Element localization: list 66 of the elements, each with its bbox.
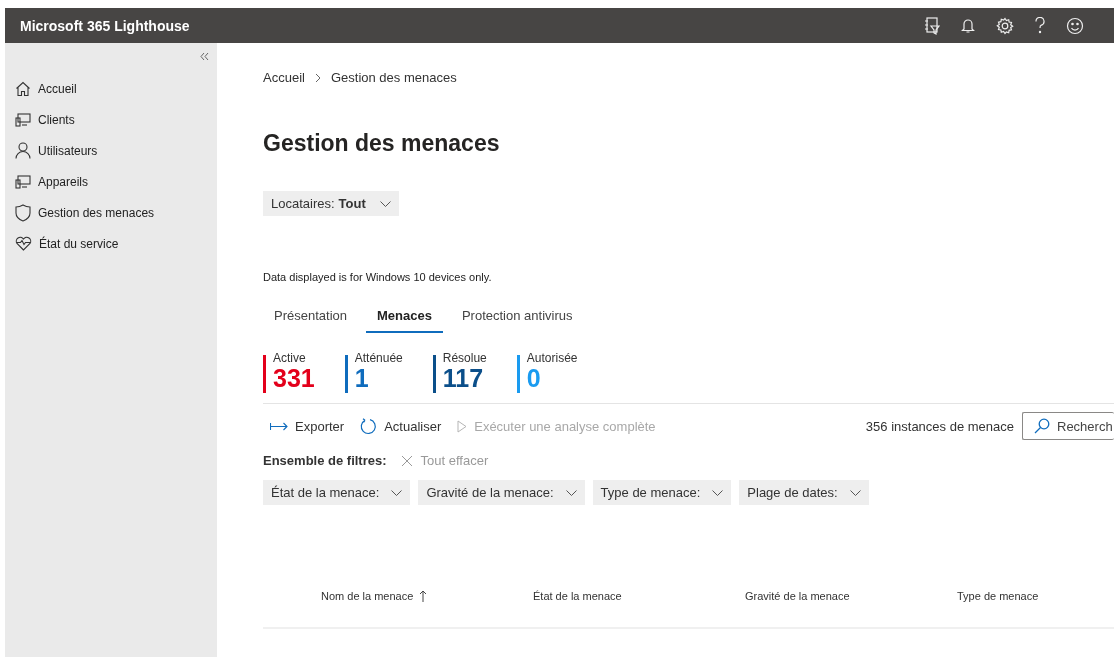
breadcrumb-link[interactable]: Accueil: [263, 70, 305, 85]
refresh-icon: [360, 417, 378, 435]
search-field[interactable]: Recherch: [1022, 412, 1114, 440]
nav-item[interactable]: Utilisateurs: [15, 135, 217, 166]
tab[interactable]: Présentation: [263, 299, 358, 333]
smiley-icon[interactable]: [1066, 16, 1084, 35]
nav-label: Accueil: [38, 81, 77, 96]
person-icon: [15, 142, 31, 159]
filter-dropdown[interactable]: Gravité de la menace:: [418, 480, 585, 505]
stat-value: 1: [354, 365, 370, 391]
nav-item[interactable]: Appareils: [15, 166, 217, 197]
breadcrumb-current: Gestion des menaces: [330, 70, 457, 85]
column-header[interactable]: Type de menace: [957, 590, 1114, 602]
stat-label: Autorisée: [526, 351, 578, 365]
tab[interactable]: Menaces: [366, 299, 443, 333]
close-icon: [400, 454, 413, 467]
stat-value: 0: [526, 365, 542, 391]
tab[interactable]: Protection antivirus: [450, 299, 584, 333]
nav-item[interactable]: État du service: [15, 228, 217, 259]
nav-label: État du service: [39, 236, 119, 251]
page-title: Gestion des menaces: [263, 129, 501, 158]
bell-icon[interactable]: [961, 17, 975, 34]
app-title: Microsoft 365 Lighthouse: [20, 17, 190, 34]
nav-item[interactable]: Accueil: [15, 73, 217, 104]
filter-dropdown[interactable]: État de la menace:: [263, 480, 411, 505]
stat-label: Active: [273, 351, 307, 365]
chevron-down-icon: [565, 489, 577, 496]
filter-dropdown[interactable]: Plage de dates:: [739, 480, 869, 505]
nav-label: Appareils: [38, 174, 89, 189]
tenant-dropdown[interactable]: Locataires: Tout: [263, 191, 399, 216]
heart-pulse-icon: [15, 236, 32, 251]
nav-label: Clients: [38, 112, 75, 127]
collapse-icon[interactable]: [200, 52, 209, 61]
sort-up-icon: [419, 590, 428, 602]
export-arrow-icon: [270, 421, 288, 431]
nav-item[interactable]: Clients: [15, 104, 217, 135]
home-icon: [15, 80, 31, 97]
notice-text: Data displayed is for Windows 10 devices only.: [263, 271, 493, 283]
filter-set-label: Ensemble de filtres:: [263, 453, 387, 468]
chevron-down-icon: [849, 489, 861, 496]
filter-dropdown[interactable]: Type de menace:: [592, 480, 732, 505]
shield-icon: [15, 203, 31, 222]
chevron-down-icon: [712, 489, 724, 496]
toolbar-button[interactable]: Exporter: [263, 417, 352, 435]
stat-value: 117: [442, 365, 485, 391]
toolbar-button[interactable]: Actualiser: [353, 417, 449, 435]
instance-count: 356 instances de menace: [865, 418, 1014, 434]
column-header[interactable]: Gravité de la menace: [745, 590, 957, 602]
nav-label: Utilisateurs: [38, 143, 98, 158]
nav-item[interactable]: Gestion des menaces: [15, 197, 217, 228]
chevron-right-icon: [314, 72, 321, 83]
notebook-filter-icon[interactable]: [924, 16, 940, 35]
search-icon: [1034, 418, 1050, 434]
monitor-icon: [15, 112, 31, 127]
monitor-icon: [15, 174, 31, 189]
nav-label: Gestion des menaces: [38, 205, 155, 220]
stat-label: Atténuée: [354, 351, 403, 365]
play-icon: [457, 419, 468, 433]
chevron-down-icon: [391, 489, 403, 496]
stat-label: Résolue: [442, 351, 487, 365]
help-icon[interactable]: [1035, 17, 1045, 34]
settings-icon[interactable]: [996, 16, 1014, 35]
column-header[interactable]: État de la menace: [533, 590, 745, 602]
chevron-down-icon: [379, 200, 391, 207]
stat-value: 331: [273, 365, 315, 391]
column-header[interactable]: Nom de la menace: [321, 590, 533, 602]
